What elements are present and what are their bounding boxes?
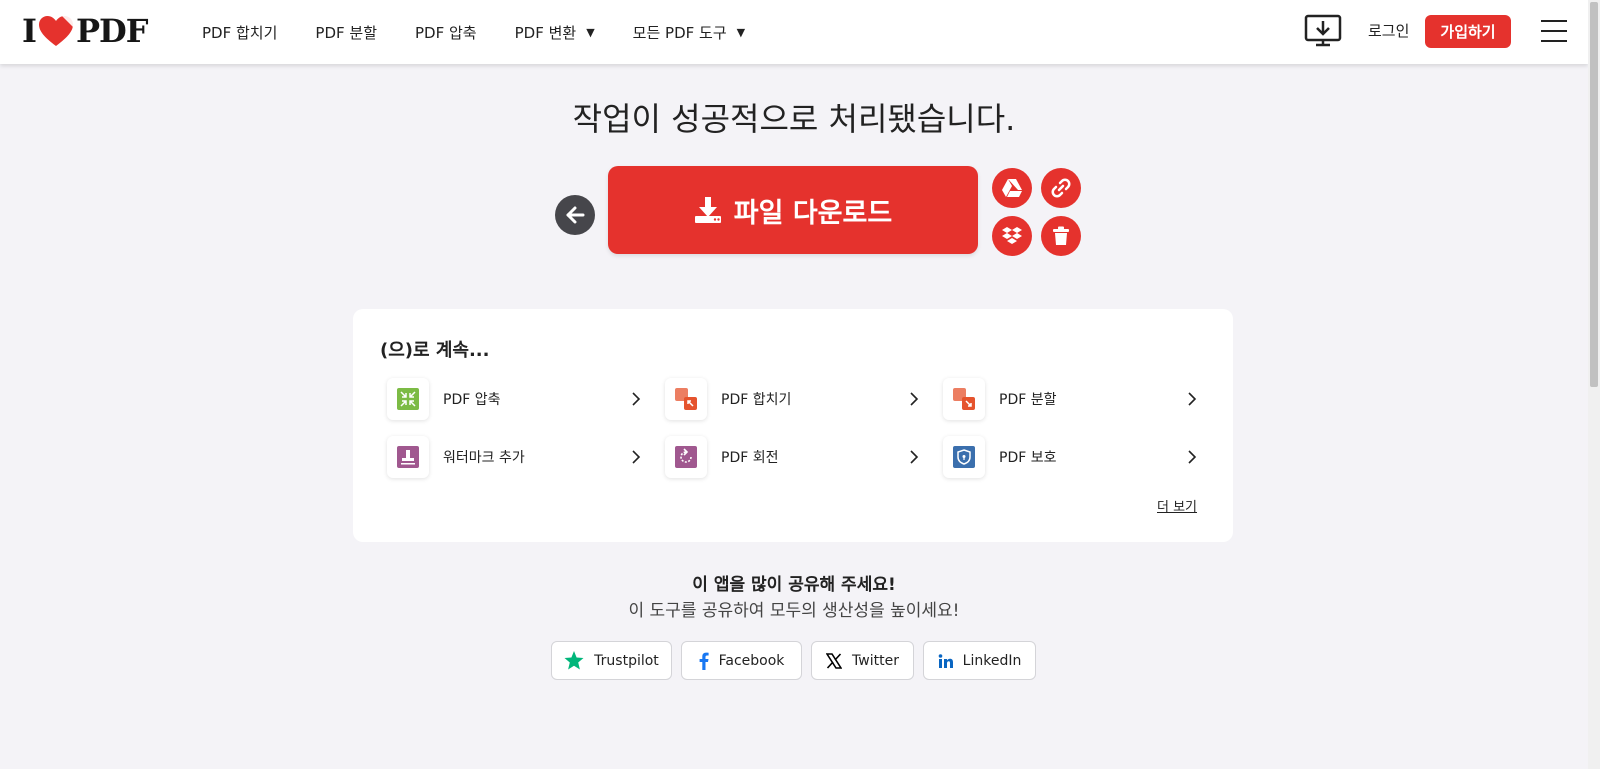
- page-scrollbar[interactable]: [1588, 0, 1600, 769]
- nav-item-compress[interactable]: PDF 압축: [415, 22, 477, 43]
- share-label: LinkedIn: [962, 652, 1022, 669]
- link-icon: [1051, 178, 1071, 198]
- x-icon: [826, 652, 843, 669]
- nav-item-split[interactable]: PDF 분할: [315, 22, 377, 43]
- tool-watermark[interactable]: 워터마크 추가: [387, 436, 642, 478]
- share-linkedin-button[interactable]: LinkedIn: [923, 641, 1036, 680]
- protect-icon: [943, 436, 985, 478]
- dropbox-icon: [1002, 227, 1022, 244]
- desktop-download-icon[interactable]: [1304, 14, 1342, 48]
- tool-protect[interactable]: PDF 보호: [943, 436, 1198, 478]
- share-label: Twitter: [852, 652, 899, 669]
- ilovepdf-logo[interactable]: I PDF: [22, 12, 149, 50]
- nav-item-convert[interactable]: PDF 변환 ▼: [515, 22, 595, 43]
- share-trustpilot-button[interactable]: Trustpilot: [551, 641, 672, 680]
- chevron-right-icon: [1188, 450, 1197, 464]
- delete-button[interactable]: [1041, 216, 1081, 256]
- continue-title: (으)로 계속...: [380, 340, 490, 361]
- google-drive-icon: [1002, 179, 1022, 197]
- nav-label: PDF 압축: [415, 23, 477, 42]
- back-button[interactable]: [555, 195, 595, 235]
- logo-text-right: PDF: [75, 12, 149, 50]
- chevron-right-icon: [1188, 392, 1197, 406]
- facebook-icon: [699, 652, 709, 670]
- tool-label: PDF 회전: [721, 450, 779, 466]
- chevron-right-icon: [632, 450, 641, 464]
- tool-label: PDF 보호: [999, 450, 1057, 466]
- download-label: 파일 다운로드: [733, 197, 893, 229]
- caret-down-icon: ▼: [736, 25, 746, 39]
- success-headline: 작업이 성공적으로 처리됐습니다.: [572, 100, 1016, 138]
- dropbox-button[interactable]: [992, 216, 1032, 256]
- tool-merge[interactable]: PDF 합치기: [665, 378, 920, 420]
- heart-icon: [38, 16, 73, 46]
- tool-compress[interactable]: PDF 압축: [387, 378, 642, 420]
- nav-item-all-tools[interactable]: 모든 PDF 도구 ▼: [633, 22, 745, 43]
- login-link[interactable]: 로그인: [1368, 20, 1409, 41]
- watermark-icon: [387, 436, 429, 478]
- scrollbar-thumb[interactable]: [1590, 2, 1598, 387]
- arrow-left-icon: [566, 206, 585, 224]
- main-nav: PDF 합치기 PDF 분할 PDF 압축 PDF 변환 ▼ 모든 PDF 도구 ▼: [202, 0, 783, 64]
- tool-label: PDF 압축: [443, 392, 501, 408]
- caret-down-icon: ▼: [586, 25, 595, 39]
- nav-label: 모든 PDF 도구: [632, 23, 727, 42]
- share-twitter-button[interactable]: Twitter: [811, 641, 914, 680]
- nav-label: PDF 합치기: [202, 23, 278, 42]
- nav-item-merge[interactable]: PDF 합치기: [202, 22, 277, 43]
- hamburger-menu-icon[interactable]: [1541, 20, 1567, 42]
- share-title: 이 앱을 많이 공유해 주세요!: [692, 575, 896, 595]
- chevron-right-icon: [632, 392, 641, 406]
- compress-icon: [387, 378, 429, 420]
- chevron-right-icon: [910, 450, 919, 464]
- see-more-link[interactable]: 더 보기: [1157, 496, 1197, 515]
- tool-split[interactable]: PDF 분할: [943, 378, 1198, 420]
- share-label: Facebook: [718, 652, 785, 669]
- copy-link-button[interactable]: [1041, 168, 1081, 208]
- trustpilot-star-icon: [564, 651, 584, 670]
- share-label: Trustpilot: [594, 652, 659, 669]
- chevron-right-icon: [910, 392, 919, 406]
- tool-label: 워터마크 추가: [443, 450, 525, 466]
- trash-icon: [1053, 226, 1069, 245]
- tool-label: PDF 합치기: [721, 392, 792, 408]
- tool-label: PDF 분할: [999, 392, 1057, 408]
- download-file-button[interactable]: 파일 다운로드: [608, 166, 978, 254]
- nav-label: PDF 분할: [315, 23, 377, 42]
- linkedin-icon: [938, 653, 953, 668]
- rotate-icon: [665, 436, 707, 478]
- logo-text-left: I: [22, 12, 37, 50]
- google-drive-button[interactable]: [992, 168, 1032, 208]
- nav-label: PDF 변환: [514, 23, 577, 42]
- tool-rotate[interactable]: PDF 회전: [665, 436, 920, 478]
- signup-button[interactable]: 가입하기: [1425, 15, 1511, 48]
- download-icon: [694, 197, 721, 223]
- continue-with-card: (으)로 계속... PDF 압축 PDF 합치기 PDF 분할 워터마크 추가…: [353, 309, 1233, 542]
- share-facebook-button[interactable]: Facebook: [681, 641, 802, 680]
- merge-icon: [665, 378, 707, 420]
- top-header: I PDF PDF 합치기 PDF 분할 PDF 압축 PDF 변환 ▼ 모든 P…: [0, 0, 1588, 64]
- share-subtitle: 이 도구를 공유하여 모두의 생산성을 높이세요!: [628, 601, 960, 621]
- split-icon: [943, 378, 985, 420]
